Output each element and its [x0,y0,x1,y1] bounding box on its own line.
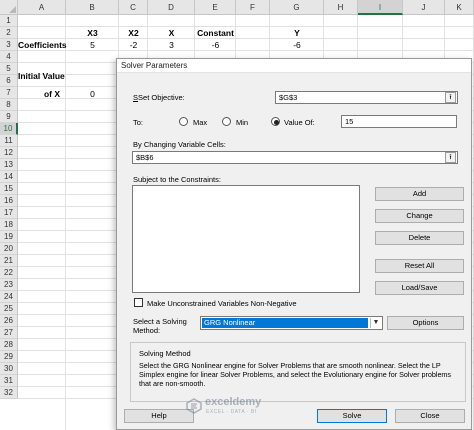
column-header-J[interactable]: J [403,0,445,15]
row-header-21[interactable]: 21 [0,255,18,267]
watermark-tagline: EXCEL · DATA · BI [206,409,257,415]
exceldemy-watermark: exceldemy EXCEL · DATA · BI [186,396,296,418]
row-header-29[interactable]: 29 [0,351,18,363]
solve-button[interactable]: Solve [317,409,387,423]
row-header-19[interactable]: 19 [0,231,18,243]
collapse-dialog-icon[interactable]: ⭱ [445,92,456,103]
row-header-4[interactable]: 4 [0,51,18,63]
radio-value-of-label: Value Of: [284,118,315,127]
set-objective-input[interactable]: $G$3 [275,91,458,104]
exceldemy-logo-icon [186,398,202,414]
radio-min[interactable] [222,117,231,126]
add-button[interactable]: Add [375,187,464,201]
cell-G3[interactable]: -6 [270,39,324,51]
radio-value-of[interactable] [271,117,280,126]
to-label: To: [133,118,144,127]
load-save-button[interactable]: Load/Save [375,281,464,295]
row-header-23[interactable]: 23 [0,279,18,291]
row-header-5[interactable]: 5 [0,63,18,75]
row-header-13[interactable]: 13 [0,159,18,171]
solving-method-description: Select the GRG Nonlinear engine for Solv… [139,361,452,388]
row-header-3[interactable]: 3 [0,39,18,51]
row-header-9[interactable]: 9 [0,111,18,123]
column-header-I[interactable]: I [358,0,403,15]
row-header-11[interactable]: 11 [0,135,18,147]
cell-B3[interactable]: 5 [66,39,119,51]
cell-A6[interactable]: of X [18,88,66,100]
help-button[interactable]: Help [124,409,194,423]
column-header-H[interactable]: H [324,0,358,15]
watermark-name: exceldemy [205,396,262,408]
column-header-K[interactable]: K [445,0,474,15]
unconstrained-checkbox[interactable] [134,298,143,307]
column-header-B[interactable]: B [66,0,119,15]
row-header-8[interactable]: 8 [0,99,18,111]
cell-A3[interactable]: Coefficients [18,39,67,51]
cell-E2[interactable]: Constant [195,27,236,39]
row-header-16[interactable]: 16 [0,195,18,207]
radio-min-label: Min [236,118,249,127]
row-header-20[interactable]: 20 [0,243,18,255]
solving-method-title: Solving Method [139,349,191,358]
dialog-title[interactable]: Solver Parameters [117,59,471,73]
unconstrained-label: Make Unconstrained Variables Non-Negativ… [147,299,297,308]
change-button[interactable]: Change [375,209,464,223]
row-header-7[interactable]: 7 [0,87,18,99]
row-header-28[interactable]: 28 [0,339,18,351]
column-header-G[interactable]: G [270,0,324,15]
row-header-30[interactable]: 30 [0,363,18,375]
method-label-line1: Select a Solving [133,317,187,326]
solving-method-select[interactable]: GRG Nonlinear ▼ [200,316,383,330]
collapse-dialog-icon[interactable]: ⭱ [445,152,456,163]
constraints-label: Subject to the Constraints: [133,175,221,184]
row-header-14[interactable]: 14 [0,171,18,183]
column-header-C[interactable]: C [119,0,148,15]
cell-B6[interactable]: 0 [66,88,119,100]
close-button[interactable]: Close [395,409,465,423]
row-header-10[interactable]: 10 [0,123,18,135]
changing-cells-input[interactable]: $B$6 [132,151,458,164]
cell-B2[interactable]: X3 [66,27,119,39]
row-header-25[interactable]: 25 [0,303,18,315]
cell-D3[interactable]: 3 [148,39,195,51]
cell-A5[interactable]: Initial Value [18,70,66,82]
row-header-1[interactable]: 1 [0,15,18,27]
radio-max-label: Max [193,118,208,127]
row-header-2[interactable]: 2 [0,27,18,39]
column-header-A[interactable]: A [18,0,66,15]
column-header-F[interactable]: F [236,0,270,15]
row-header-12[interactable]: 12 [0,147,18,159]
changing-cells-label: By Changing Variable Cells: [133,140,226,149]
cell-C2[interactable]: X2 [119,27,148,39]
value-of-input[interactable]: 15 [341,115,457,128]
row-header-15[interactable]: 15 [0,183,18,195]
chevron-down-icon[interactable]: ▼ [370,318,381,328]
delete-button[interactable]: Delete [375,231,464,245]
row-header-32[interactable]: 32 [0,387,18,399]
row-header-22[interactable]: 22 [0,267,18,279]
row-header-17[interactable]: 17 [0,207,18,219]
column-header-E[interactable]: E [195,0,236,15]
method-label-line2: Method: [133,326,161,335]
radio-max[interactable] [179,117,188,126]
constraints-list[interactable] [132,185,360,293]
column-header-D[interactable]: D [148,0,195,15]
row-header-18[interactable]: 18 [0,219,18,231]
row-header-26[interactable]: 26 [0,315,18,327]
row-header-31[interactable]: 31 [0,375,18,387]
solver-parameters-dialog: Solver Parameters SSet Objective: $G$3 ⭱… [116,58,472,430]
cell-D2[interactable]: X [148,27,195,39]
reset-all-button[interactable]: Reset All [375,259,464,273]
cell-C3[interactable]: -2 [119,39,148,51]
cell-E3[interactable]: -6 [195,39,236,51]
solving-method-value: GRG Nonlinear [202,318,368,328]
row-header-24[interactable]: 24 [0,291,18,303]
options-button[interactable]: Options [387,316,464,330]
row-header-27[interactable]: 27 [0,327,18,339]
cell-G2[interactable]: Y [270,27,324,39]
row-header-6[interactable]: 6 [0,75,18,87]
select-all-corner[interactable] [0,0,18,15]
set-objective-label: SSet Objective: [133,93,185,102]
